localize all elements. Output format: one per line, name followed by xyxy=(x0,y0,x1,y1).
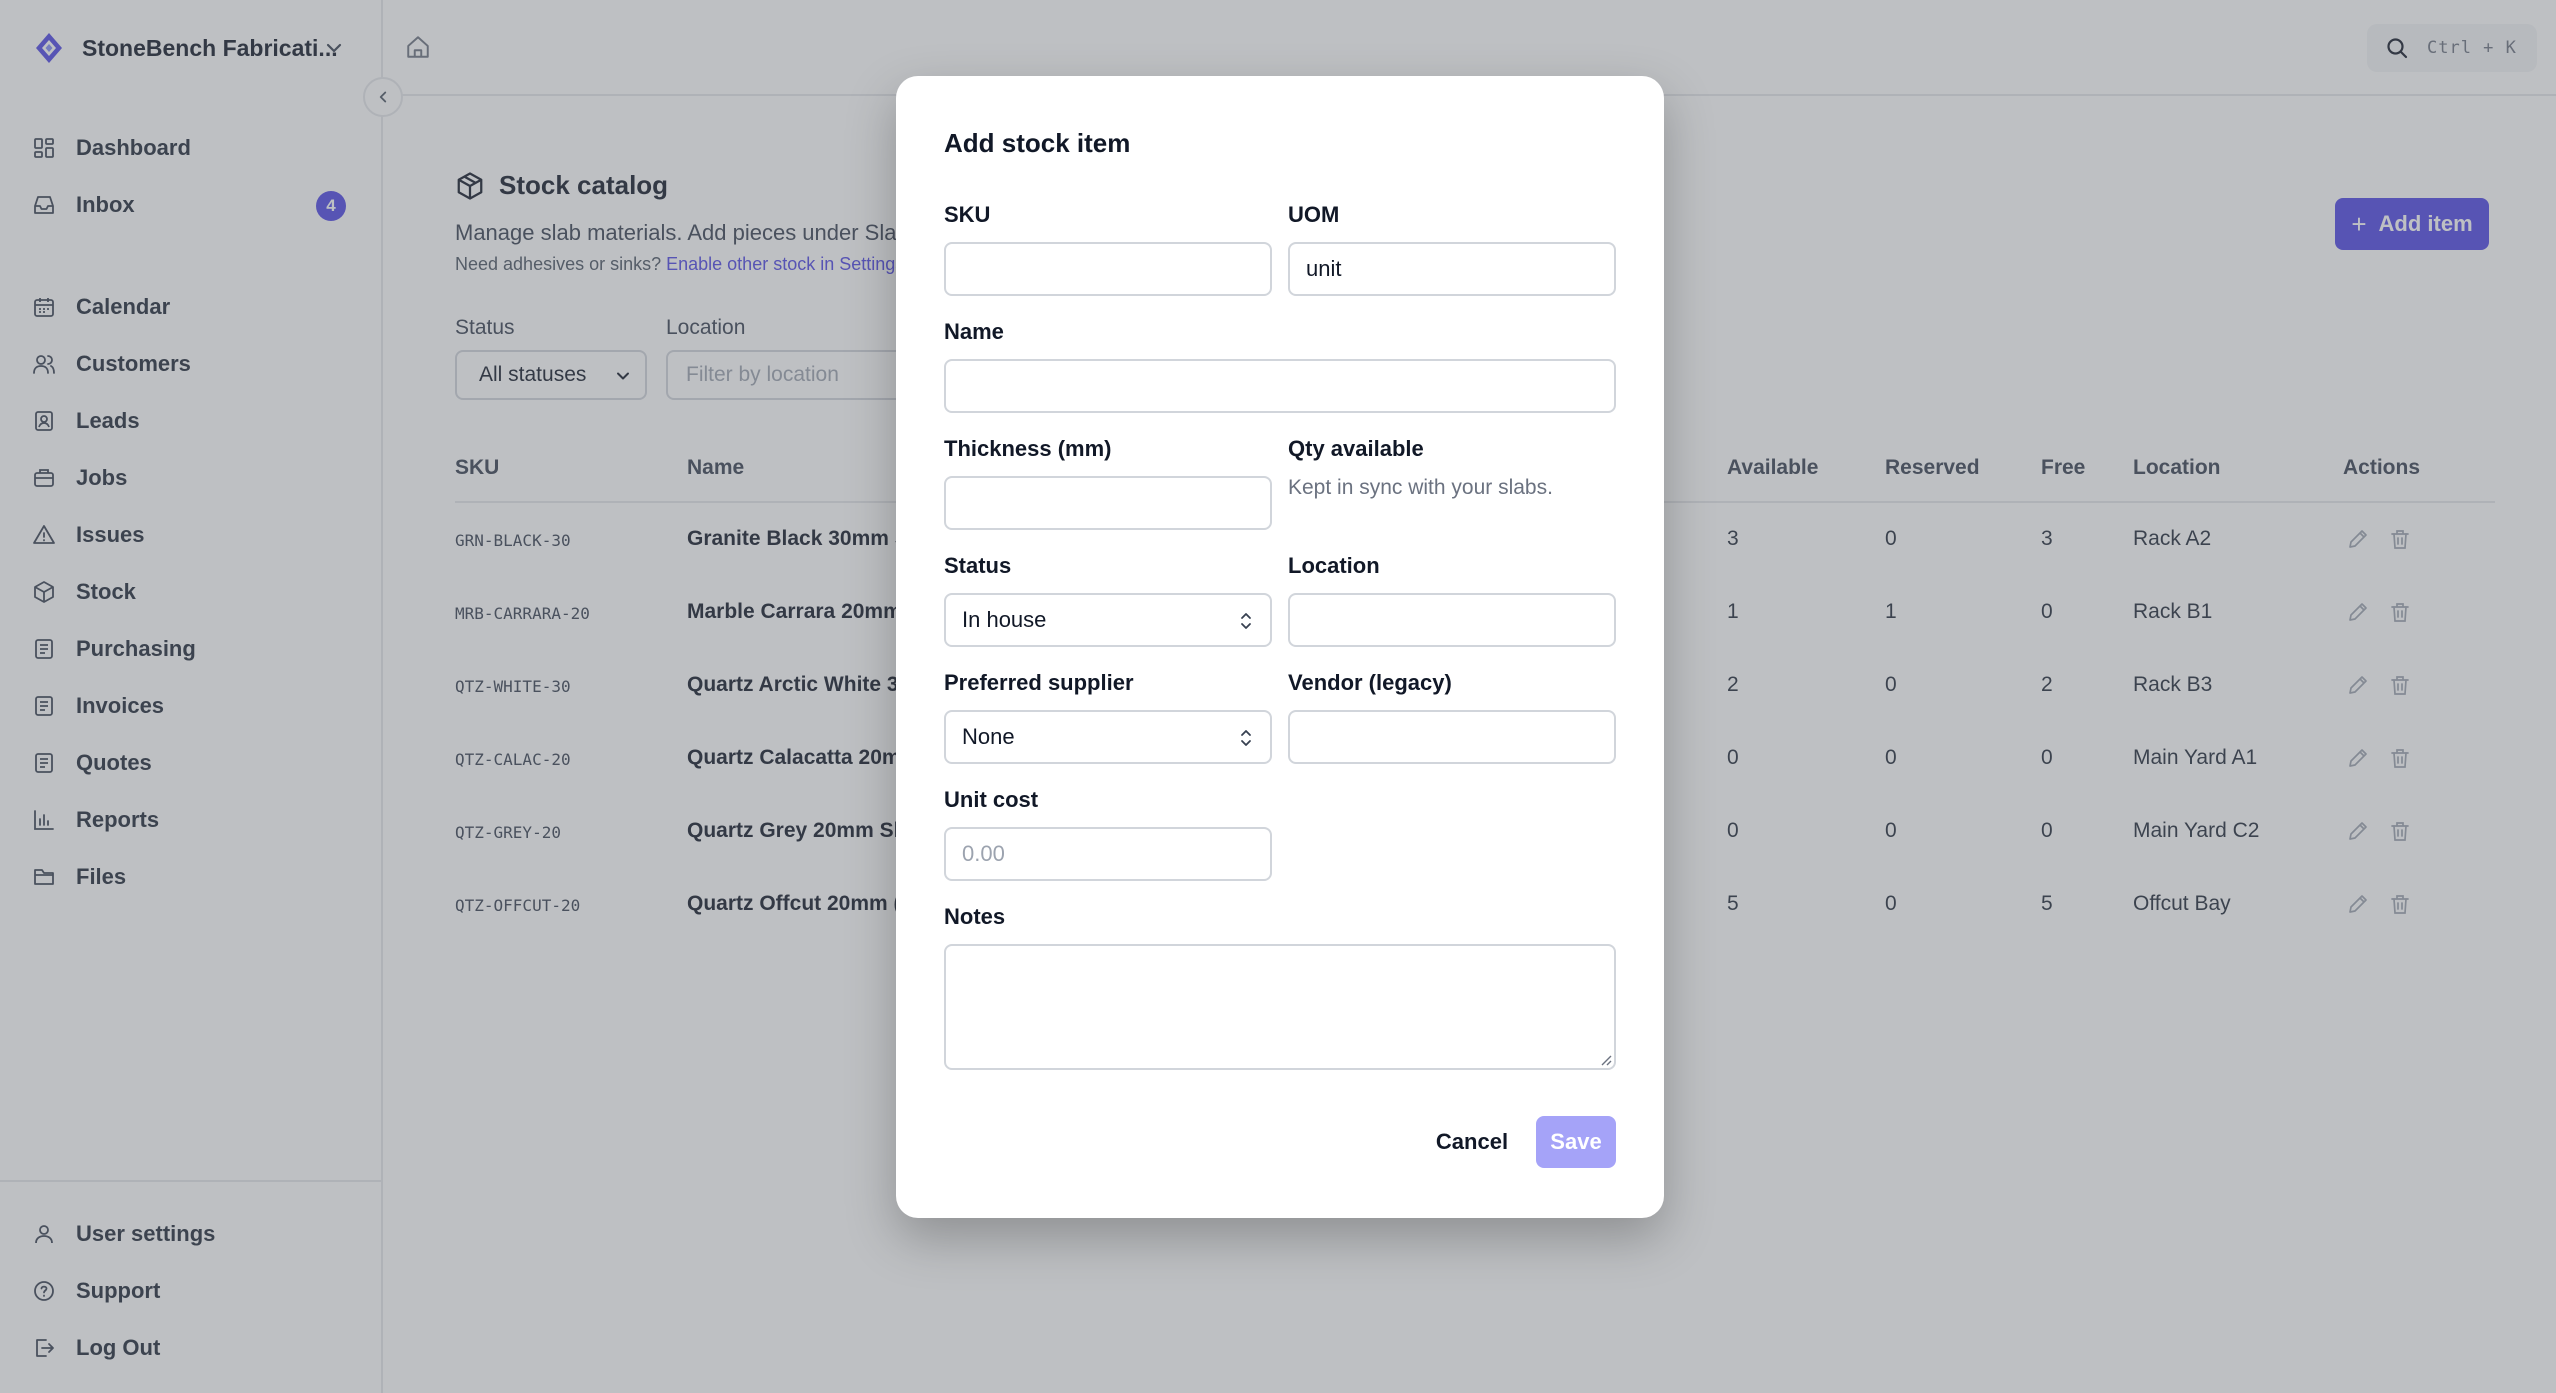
location-label: Location xyxy=(1288,553,1380,578)
qty-available-label: Qty available xyxy=(1288,436,1424,461)
uom-value: unit xyxy=(1306,256,1342,281)
status-label: Status xyxy=(944,553,1012,578)
unit-cost-label: Unit cost xyxy=(944,787,1039,812)
chevron-up-down-icon xyxy=(1241,613,1251,629)
cancel-button[interactable]: Cancel xyxy=(1426,1116,1518,1168)
notes-label: Notes xyxy=(944,904,1006,929)
resize-grip-icon[interactable] xyxy=(1598,1052,1612,1066)
sku-input[interactable] xyxy=(944,242,1272,296)
add-stock-item-dialog: Add stock item SKU UOM unit Name Thickne… xyxy=(896,76,1664,1218)
save-button[interactable]: Save xyxy=(1536,1116,1616,1168)
preferred-supplier-select[interactable]: None xyxy=(944,710,1272,764)
unit-cost-placeholder: 0.00 xyxy=(962,841,1005,866)
status-select[interactable]: In house xyxy=(944,593,1272,647)
qty-available-help: Kept in sync with your slabs. xyxy=(1288,476,1553,499)
thickness-input[interactable] xyxy=(944,476,1272,530)
dialog-title: Add stock item xyxy=(944,128,1131,158)
sku-label: SKU xyxy=(944,202,991,227)
preferred-supplier-label: Preferred supplier xyxy=(944,670,1134,695)
notes-textarea[interactable] xyxy=(944,944,1616,1070)
preferred-supplier-value: None xyxy=(962,724,1015,749)
uom-input[interactable]: unit xyxy=(1288,242,1616,296)
vendor-legacy-input[interactable] xyxy=(1288,710,1616,764)
thickness-label: Thickness (mm) xyxy=(944,436,1112,461)
status-value: In house xyxy=(962,607,1047,632)
chevron-up-down-icon xyxy=(1241,730,1251,746)
uom-label: UOM xyxy=(1288,202,1340,227)
name-label: Name xyxy=(944,319,1004,344)
name-input[interactable] xyxy=(944,359,1616,413)
location-input[interactable] xyxy=(1288,593,1616,647)
vendor-legacy-label: Vendor (legacy) xyxy=(1288,670,1452,695)
unit-cost-input[interactable]: 0.00 xyxy=(944,827,1272,881)
